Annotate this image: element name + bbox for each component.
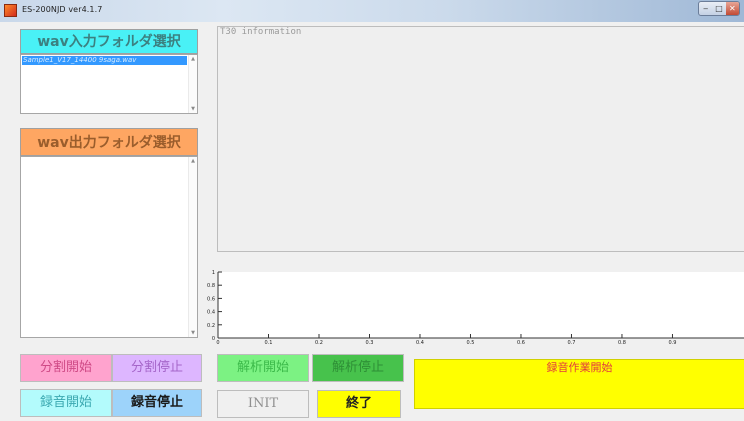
y-tick-label: 0.4 <box>207 310 215 316</box>
x-tick-label: 0.2 <box>315 340 323 346</box>
app-window: ES-200NJD ver4.1.7 ‒ □ ✕ wav入力フォルダ選択 Sam… <box>0 0 744 421</box>
window-controls: ‒ □ ✕ <box>698 1 740 16</box>
record-start-button[interactable]: 録音開始 <box>20 389 112 417</box>
t30-info-panel: T30 information <box>217 26 744 252</box>
info-text: T30 information <box>220 27 302 37</box>
scroll-up-icon[interactable]: ▲ <box>189 55 197 63</box>
init-button[interactable]: INIT <box>217 390 309 418</box>
y-tick-label: 0.6 <box>207 296 215 302</box>
output-file-list[interactable]: ▲ ▼ <box>20 156 198 338</box>
app-icon <box>4 4 17 17</box>
record-stop-button[interactable]: 録音停止 <box>112 389 202 417</box>
output-folder-select-button[interactable]: wav出力フォルダ選択 <box>20 128 198 156</box>
maximize-icon[interactable]: □ <box>712 2 725 15</box>
x-tick-label: 0.8 <box>618 340 626 346</box>
x-tick-label: 0.5 <box>467 340 475 346</box>
split-stop-button[interactable]: 分割停止 <box>112 354 202 382</box>
split-start-button[interactable]: 分割開始 <box>20 354 112 382</box>
input-list-scrollbar[interactable]: ▲ ▼ <box>188 55 197 113</box>
plot-area <box>218 272 744 338</box>
input-file-list[interactable]: Sample1_V17_14400 9saga.wav ▲ ▼ <box>20 54 198 114</box>
quit-button[interactable]: 終了 <box>317 390 401 418</box>
y-tick-label: 0.2 <box>207 323 215 329</box>
scroll-down-icon[interactable]: ▼ <box>189 329 197 337</box>
title-bar[interactable]: ES-200NJD ver4.1.7 ‒ □ ✕ <box>0 0 744 22</box>
window-title: ES-200NJD ver4.1.7 <box>22 5 103 14</box>
analysis-start-button[interactable]: 解析開始 <box>217 354 309 382</box>
x-tick-label: 0.9 <box>668 340 676 346</box>
input-folder-select-button[interactable]: wav入力フォルダ選択 <box>20 29 198 54</box>
y-tick-label: 0.8 <box>207 283 215 289</box>
x-tick-label: 0 <box>216 340 219 346</box>
x-tick-label: 0.7 <box>567 340 575 346</box>
x-tick-label: 0.1 <box>265 340 273 346</box>
x-tick-label: 0.3 <box>366 340 374 346</box>
analysis-stop-button[interactable]: 解析停止 <box>312 354 404 382</box>
x-tick-label: 0.4 <box>416 340 424 346</box>
waveform-plot: 0 0.2 0.4 0.6 0.8 1 0 0.1 0.2 0.3 0.4 0.5 0.6 0.7 0.8 0… <box>207 270 744 346</box>
y-tick-label: 0 <box>212 336 215 342</box>
close-icon[interactable]: ✕ <box>725 2 739 15</box>
y-tick-label: 1 <box>212 270 215 276</box>
scroll-down-icon[interactable]: ▼ <box>189 105 197 113</box>
scroll-up-icon[interactable]: ▲ <box>189 157 197 165</box>
output-list-scrollbar[interactable]: ▲ ▼ <box>188 157 197 337</box>
input-file-item[interactable]: Sample1_V17_14400 9saga.wav <box>22 56 187 65</box>
minimize-icon[interactable]: ‒ <box>699 2 712 15</box>
recording-work-start-button[interactable]: 録音作業開始 <box>414 359 744 409</box>
x-tick-label: 0.6 <box>517 340 525 346</box>
